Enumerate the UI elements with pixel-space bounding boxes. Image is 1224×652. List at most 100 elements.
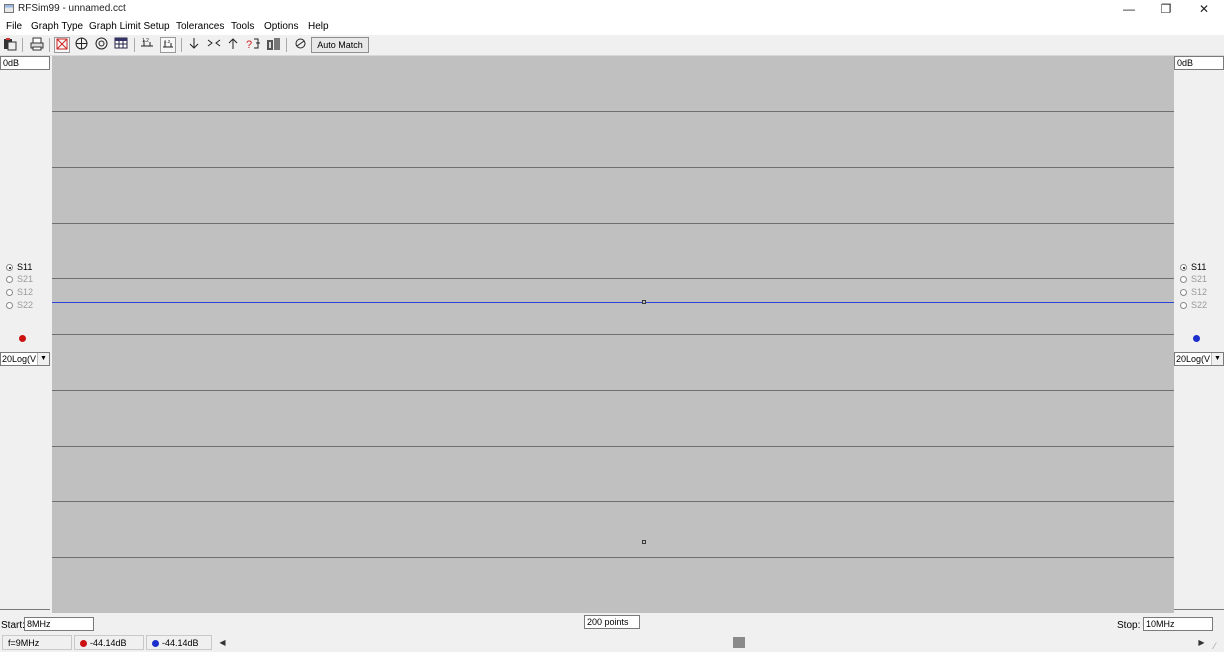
menu-tolerances[interactable]: Tolerances [176,21,224,32]
left-axis-panel: 0dB S11 S21 S12 S22 20Log(V ▼ [0,56,50,613]
auto-match-button[interactable]: Auto Match [311,37,369,53]
window-title: RFSim99 - unnamed.cct [18,3,126,14]
param-label: S12 [1191,287,1208,297]
param-label: S22 [1191,300,1208,310]
scroll-right-icon[interactable]: ▶ [1195,635,1208,650]
menu-graph-limit-setup[interactable]: Graph Limit Setup [89,21,170,32]
start-label: Start: [1,620,25,631]
right-param-s21: S21 [1180,273,1207,285]
left-param-s12: S12 [6,286,33,298]
radio [6,276,13,284]
table-icon[interactable] [113,37,129,53]
left-reading-dot [80,640,87,647]
components-icon[interactable] [265,37,281,53]
svg-text:1.2: 1.2 [142,38,149,44]
status-right-reading: -44.14dB [146,635,212,650]
format-value: 20Log(V [1176,354,1211,364]
toolbar-separator [49,38,50,52]
left-reading-value: -44.14dB [90,638,127,648]
grid-line [52,501,1174,502]
svg-text:1.2: 1.2 [164,39,171,44]
grid-line [52,278,1174,279]
app-icon [4,4,14,13]
minimize-button[interactable]: — [1111,0,1147,18]
menu-file[interactable]: File [6,21,22,32]
s11-trace [52,302,1174,303]
right-top-limit-input[interactable]: 0dB [1174,56,1224,70]
limit-expand-icon[interactable]: 1.2 [160,37,176,53]
scroll-left-icon[interactable]: ◀ [216,635,229,650]
status-frequency: f=9MHz [2,635,72,650]
left-param-s21: S21 [6,273,33,285]
start-frequency-input[interactable]: 8MHz [24,617,94,631]
grid-line [52,111,1174,112]
menu-tools[interactable]: Tools [231,21,254,32]
print-icon[interactable] [29,37,45,53]
left-format-select[interactable]: 20Log(V ▼ [0,352,50,366]
stop-frequency-input[interactable]: 10MHz [1143,617,1213,631]
param-label: S21 [17,274,34,284]
param-label: S21 [1191,274,1208,284]
title-bar: RFSim99 - unnamed.cct — ❐ ✕ [0,0,1224,18]
status-bar: f=9MHz -44.14dB -44.14dB ◀ ▶ ⁄ [0,634,1224,652]
radio-checked[interactable] [6,264,13,272]
format-value: 20Log(V [2,354,37,364]
left-param-s22: S22 [6,299,33,311]
param-label: S12 [17,287,34,297]
radio [1180,276,1187,284]
param-label: S22 [17,300,34,310]
right-param-s11[interactable]: S11 [1180,261,1206,273]
close-button[interactable]: ✕ [1186,0,1222,18]
radio [1180,289,1187,297]
limit-icon[interactable]: 1.2 [139,37,155,53]
points-input[interactable]: 200 points [584,615,640,629]
grid-line [52,557,1174,558]
graph-area[interactable] [52,56,1174,613]
left-top-limit-input[interactable]: 0dB [0,56,50,70]
scroll-thumb[interactable] [733,637,745,648]
arrow-down-icon[interactable] [186,37,202,53]
polar-chart-icon[interactable] [73,37,89,53]
menu-graph-type[interactable]: Graph Type [31,21,83,32]
toolbar-separator [286,38,287,52]
trace-marker[interactable] [642,540,646,544]
right-trace-color-dot[interactable] [1193,335,1200,342]
param-label: S11 [17,262,33,272]
right-format-select[interactable]: 20Log(V ▼ [1174,352,1224,366]
grid-line [52,390,1174,391]
arrow-up-icon[interactable] [225,37,241,53]
grid-line [52,167,1174,168]
grid-line [52,223,1174,224]
clipboard-icon[interactable] [2,37,18,53]
trace-marker[interactable] [642,300,646,304]
left-trace-color-dot[interactable] [19,335,26,342]
resize-grip-icon[interactable]: ⁄ [1214,640,1224,652]
menu-options[interactable]: Options [264,21,298,32]
stop-label: Stop: [1117,620,1141,631]
radio-checked[interactable] [1180,264,1187,272]
status-left-reading: -44.14dB [74,635,144,650]
frequency-scrollbar[interactable]: ◀ ▶ [216,635,1208,650]
grid-line [52,446,1174,447]
menu-bar: File Graph Type Graph Limit Setup Tolera… [0,18,1224,35]
toolbar-separator [181,38,182,52]
right-param-s12: S12 [1180,286,1207,298]
match-icon[interactable] [292,37,308,53]
param-label: S11 [1191,262,1207,272]
svg-text:?: ? [246,39,252,50]
menu-help[interactable]: Help [308,21,329,32]
chevron-down-icon[interactable]: ▼ [37,353,49,365]
right-reading-value: -44.14dB [162,638,199,648]
restore-button[interactable]: ❐ [1148,0,1184,18]
radio [6,289,13,297]
radio [6,302,13,310]
smith-chart-icon[interactable] [54,37,70,53]
toolbar: 1.2 1.2 ? Auto Match [0,35,1224,56]
toolbar-separator [22,38,23,52]
chevron-down-icon[interactable]: ▼ [1211,353,1223,365]
rect-chart-icon[interactable] [93,37,109,53]
help-icon[interactable]: ? [245,37,261,53]
right-axis-panel: 0dB S11 S21 S12 S22 20Log(V ▼ [1174,56,1224,613]
left-param-s11[interactable]: S11 [6,261,32,273]
arrow-in-icon[interactable] [206,37,222,53]
